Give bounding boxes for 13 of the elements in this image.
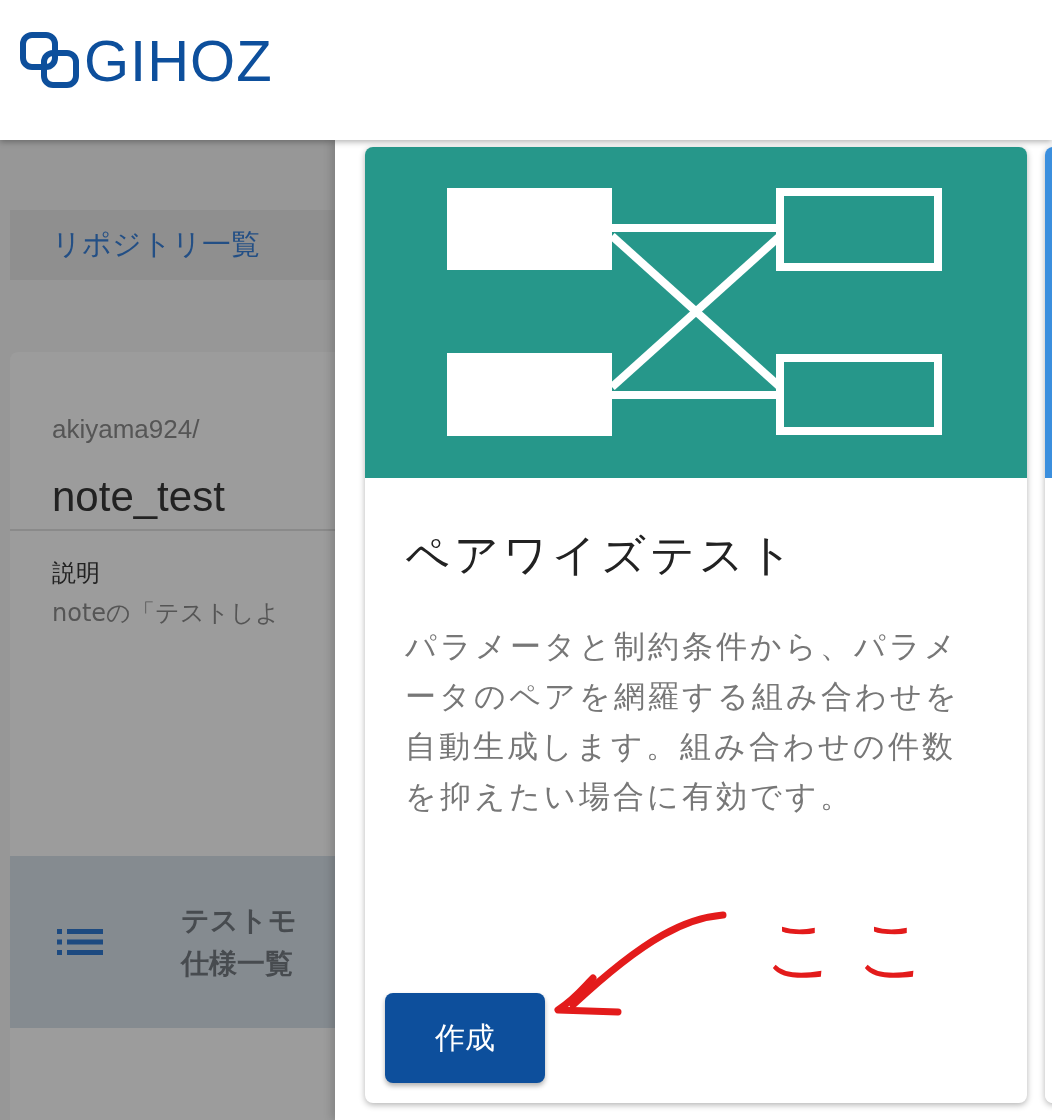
list-icon (57, 929, 103, 955)
card-title: ペアワイズテスト (405, 528, 798, 582)
logo-text[interactable]: GIHOZ (84, 26, 273, 94)
description-label: 説明 (52, 558, 101, 589)
repository-name: note_test (52, 473, 226, 521)
menu-label: 仕様一覧 (181, 946, 294, 982)
annotation-text: ここ (765, 906, 949, 991)
repository-owner: akiyama924/ (52, 414, 201, 445)
logo-icon (20, 32, 80, 88)
card-description: パラメータと制約条件から、パラメータのペアを網羅する組み合わせを自動生成します。組み合わせの件数を抑えたい場合に有効です。 (405, 627, 961, 816)
description-text: noteの「テストしよ (52, 598, 282, 629)
create-button[interactable]: 作成 (385, 993, 545, 1083)
menu-label: テストモ (181, 903, 297, 939)
